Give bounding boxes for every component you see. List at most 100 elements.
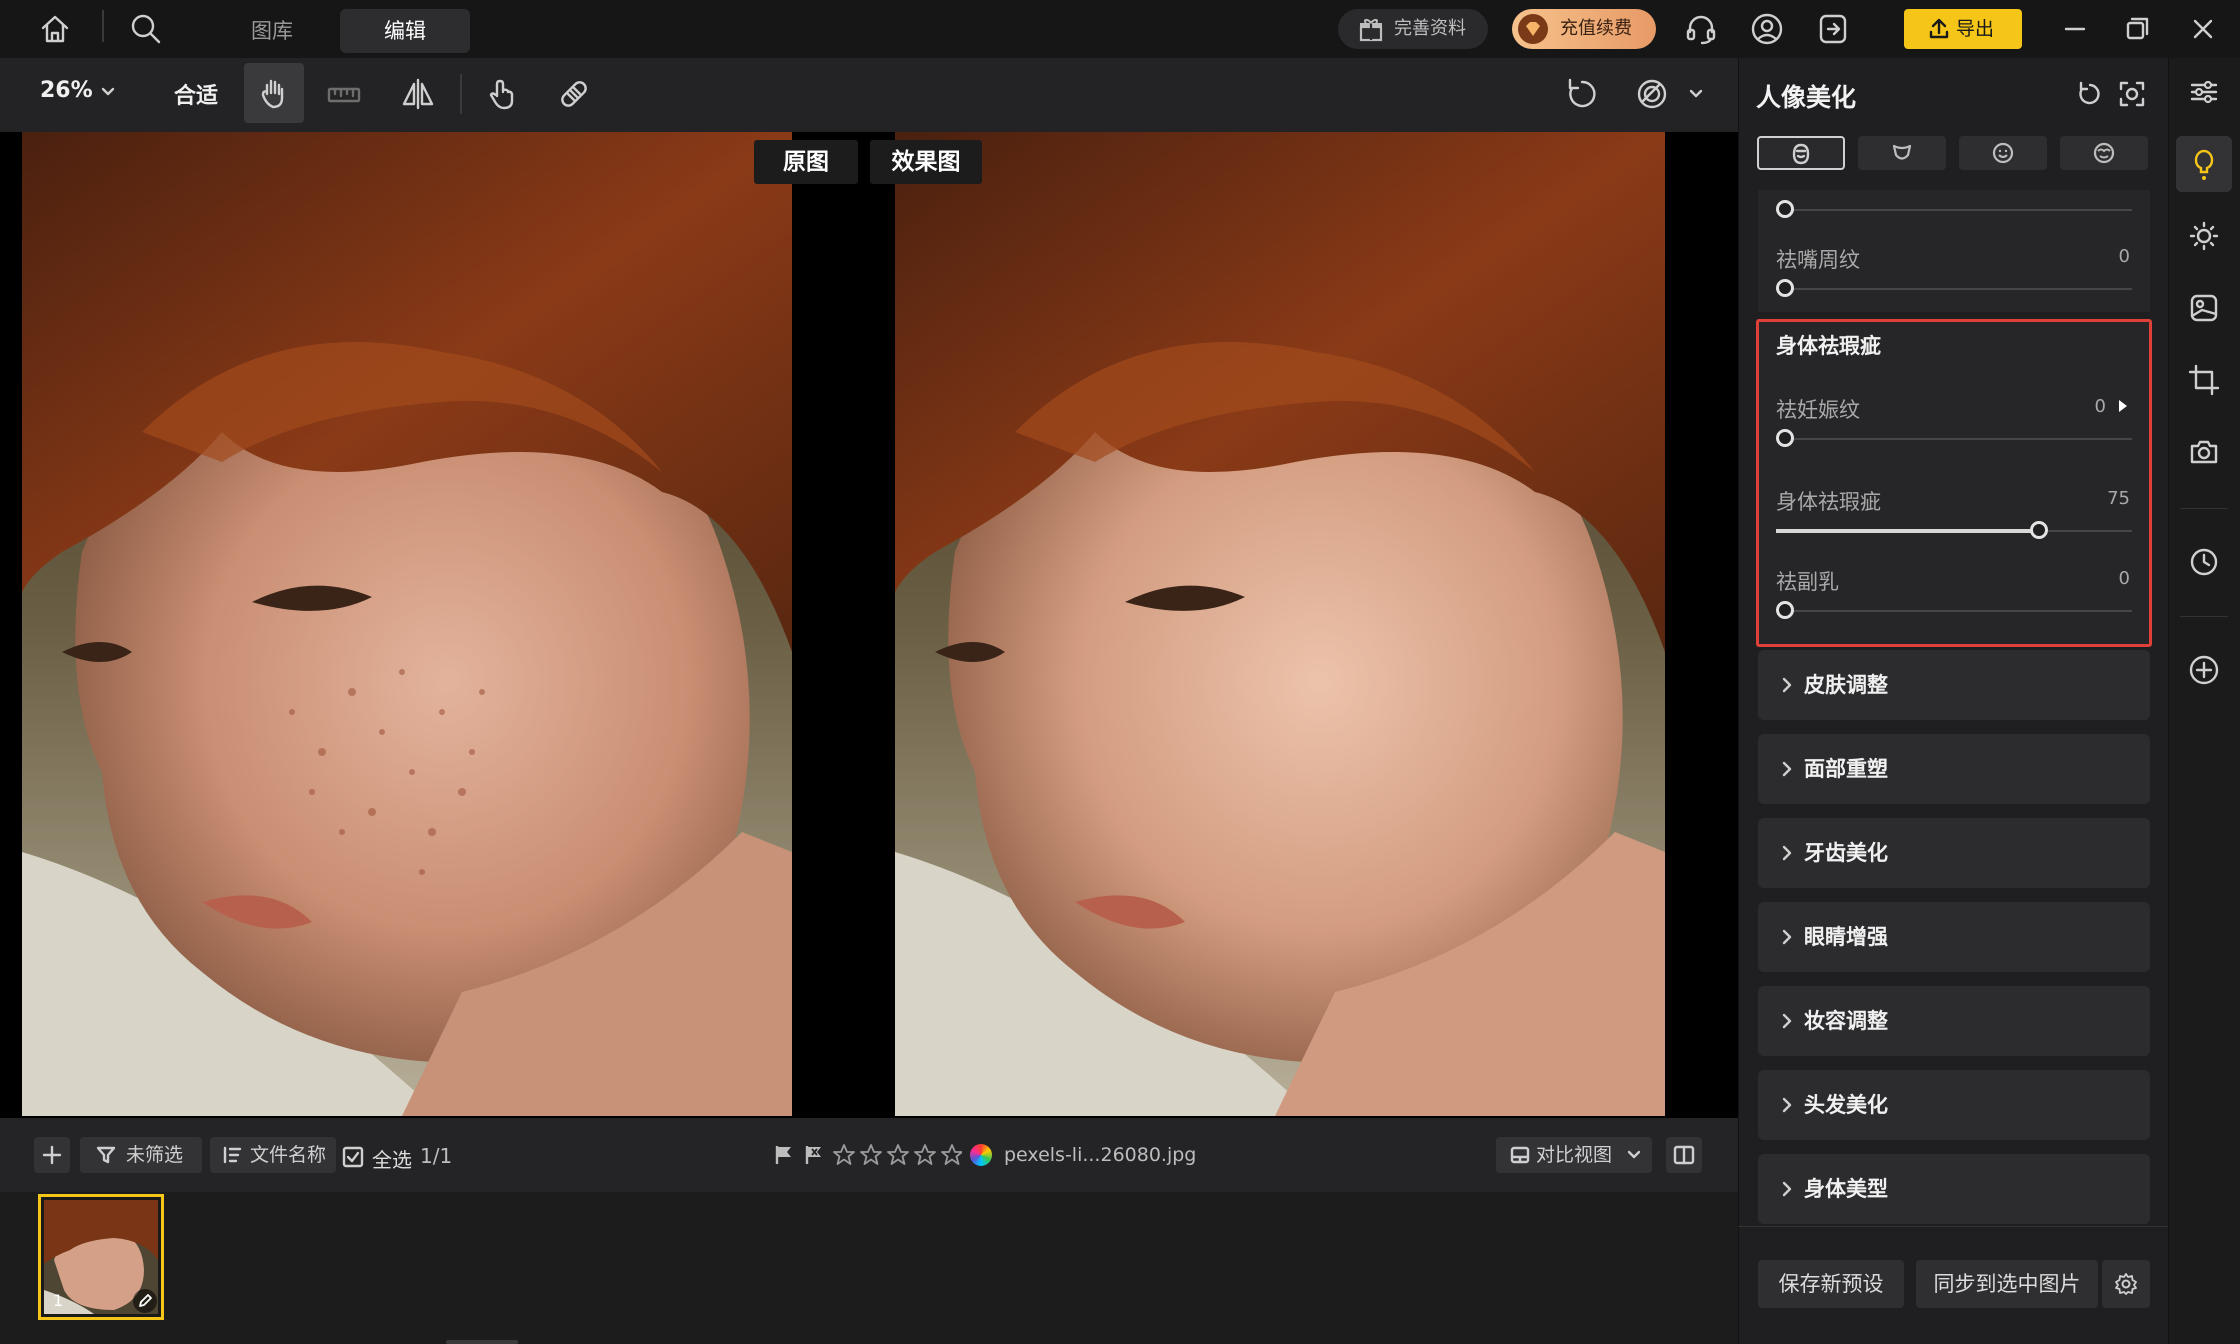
- add-button[interactable]: [34, 1137, 70, 1173]
- split-view-button[interactable]: [1666, 1137, 1702, 1173]
- headset-icon[interactable]: [1684, 12, 1718, 46]
- divider: [460, 74, 462, 114]
- fit-button[interactable]: 合适: [174, 78, 218, 110]
- stretch-mark-knob[interactable]: [1776, 429, 1794, 447]
- section-label: 面部重塑: [1804, 757, 1888, 781]
- reset-icon[interactable]: [1564, 76, 1600, 112]
- face-detect-icon[interactable]: [2118, 80, 2146, 108]
- section-body-shape[interactable]: 身体美型: [1758, 1154, 2150, 1224]
- filter-button[interactable]: 未筛选: [80, 1137, 202, 1173]
- export-button[interactable]: 导出: [1904, 9, 2022, 49]
- user-icon[interactable]: [1750, 12, 1784, 46]
- tab-expression[interactable]: [1959, 136, 2047, 170]
- portrait-tool-button[interactable]: [2176, 136, 2232, 192]
- flip-icon[interactable]: [400, 76, 436, 112]
- tab-makeup[interactable]: [2060, 136, 2148, 170]
- panel-reset-icon[interactable]: [2076, 80, 2104, 108]
- edited-badge-icon: [133, 1289, 157, 1313]
- zoom-level[interactable]: 26%: [40, 78, 93, 103]
- slider-track[interactable]: [1776, 209, 2132, 211]
- stretch-mark-track[interactable]: [1776, 438, 2132, 440]
- camera-icon[interactable]: [2188, 436, 2220, 468]
- brightness-icon[interactable]: [2188, 220, 2220, 252]
- reject-flag-icon[interactable]: [804, 1144, 824, 1166]
- section-skin[interactable]: 皮肤调整: [1758, 650, 2150, 720]
- home-icon[interactable]: [38, 12, 72, 46]
- filmstrip: 1: [0, 1192, 1738, 1344]
- chevron-down-icon[interactable]: [100, 84, 116, 100]
- selection-count: 1/1: [420, 1144, 453, 1168]
- section-label: 身体美型: [1804, 1177, 1888, 1201]
- flag-icon[interactable]: [774, 1144, 794, 1166]
- lip-wrinkle-track[interactable]: [1776, 288, 2132, 290]
- mask-icon[interactable]: [1634, 76, 1670, 112]
- accessory-breast-track[interactable]: [1776, 610, 2132, 612]
- restore-icon[interactable]: [2120, 12, 2154, 46]
- adjust-sliders-icon[interactable]: [2188, 76, 2220, 108]
- section-label: 牙齿美化: [1804, 841, 1888, 865]
- history-icon[interactable]: [2188, 546, 2220, 578]
- sync-selected-button[interactable]: 同步到选中图片: [1916, 1260, 2098, 1308]
- file-name: pexels-li...26080.jpg: [1004, 1144, 1197, 1166]
- portrait-bulb-icon: [2188, 146, 2220, 182]
- panel-title: 人像美化: [1756, 83, 1857, 112]
- split-view-icon: [1673, 1144, 1695, 1166]
- accessory-breast-knob[interactable]: [1776, 601, 1794, 619]
- body-blemish-knob[interactable]: [2029, 521, 2048, 539]
- face-icon: [1789, 142, 1813, 166]
- search-icon[interactable]: [128, 11, 164, 47]
- compare-view-button[interactable]: 对比视图: [1496, 1137, 1652, 1173]
- lip-wrinkle-knob[interactable]: [1776, 279, 1794, 297]
- color-label-icon[interactable]: [970, 1144, 992, 1166]
- section-label: 头发美化: [1804, 1093, 1888, 1117]
- caret-right-icon[interactable]: [2116, 398, 2130, 414]
- checkbox-icon[interactable]: [342, 1146, 364, 1168]
- horizontal-scrollbar[interactable]: [446, 1340, 518, 1344]
- login-icon[interactable]: [1816, 12, 1850, 46]
- torso-icon: [1890, 141, 1914, 165]
- select-all-label[interactable]: 全选: [372, 1144, 412, 1173]
- export-label: 导出: [1956, 18, 1995, 40]
- tab-edit[interactable]: 编辑: [340, 9, 470, 53]
- recharge-label: 充值续费: [1560, 18, 1632, 39]
- save-preset-button[interactable]: 保存新预设: [1758, 1260, 1904, 1308]
- compare-view-label: 对比视图: [1536, 1144, 1613, 1166]
- bandage-icon[interactable]: [556, 76, 592, 112]
- lip-wrinkle-value: 0: [2118, 246, 2130, 267]
- original-photo: [22, 132, 792, 1116]
- image-canvas: 原图 效果图: [0, 132, 1738, 1118]
- tab-body[interactable]: [1858, 136, 1946, 170]
- divider: [102, 10, 104, 42]
- divider: [1738, 1226, 2168, 1227]
- divider: [2180, 508, 2228, 509]
- section-eyes[interactable]: 眼睛增强: [1758, 902, 2150, 972]
- body-blemish-title: 身体祛瑕疵: [1776, 334, 1881, 358]
- slider-knob[interactable]: [1776, 200, 1794, 218]
- settings-button[interactable]: [2102, 1260, 2150, 1308]
- minimize-icon[interactable]: [2058, 12, 2092, 46]
- close-icon[interactable]: [2186, 12, 2220, 46]
- rating-stars[interactable]: [832, 1143, 962, 1167]
- chevron-right-icon: [1780, 1181, 1794, 1197]
- chevron-down-icon[interactable]: [1688, 86, 1704, 102]
- thumbnail[interactable]: 1: [38, 1194, 164, 1320]
- section-makeup[interactable]: 妆容调整: [1758, 986, 2150, 1056]
- title-bar: 图库 编辑 完善资料 充值续费 导出: [0, 0, 2240, 58]
- section-face-reshape[interactable]: 面部重塑: [1758, 734, 2150, 804]
- stretch-mark-label: 祛妊娠纹: [1776, 398, 1860, 422]
- section-hair[interactable]: 头发美化: [1758, 1070, 2150, 1140]
- recharge-button[interactable]: 充值续费: [1512, 9, 1656, 49]
- image-adjust-icon[interactable]: [2188, 292, 2220, 324]
- hand-tool-button[interactable]: [244, 63, 304, 123]
- tab-library[interactable]: 图库: [222, 9, 322, 53]
- sort-button[interactable]: 文件名称: [210, 1137, 336, 1173]
- section-teeth[interactable]: 牙齿美化: [1758, 818, 2150, 888]
- touch-icon[interactable]: [484, 76, 520, 112]
- chevron-right-icon: [1780, 929, 1794, 945]
- add-tool-icon[interactable]: [2188, 654, 2220, 686]
- divider: [2180, 616, 2228, 617]
- complete-profile-button[interactable]: 完善资料: [1338, 9, 1488, 49]
- crop-icon[interactable]: [2188, 364, 2220, 396]
- tab-face-retouch[interactable]: [1757, 136, 1845, 170]
- sort-label: 文件名称: [250, 1144, 327, 1166]
